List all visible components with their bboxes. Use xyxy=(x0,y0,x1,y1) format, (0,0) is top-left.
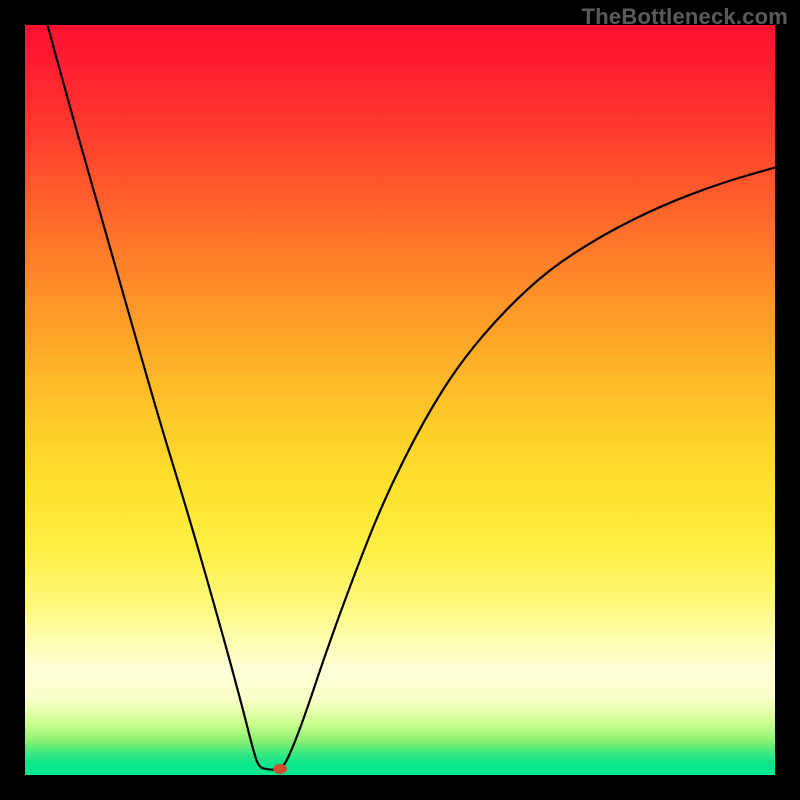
optimal-point-marker xyxy=(273,764,287,774)
watermark-text: TheBottleneck.com xyxy=(582,4,788,30)
bottleneck-curve xyxy=(48,25,776,770)
plot-area xyxy=(25,25,775,775)
chart-frame: TheBottleneck.com xyxy=(0,0,800,800)
curve-layer xyxy=(25,25,775,775)
